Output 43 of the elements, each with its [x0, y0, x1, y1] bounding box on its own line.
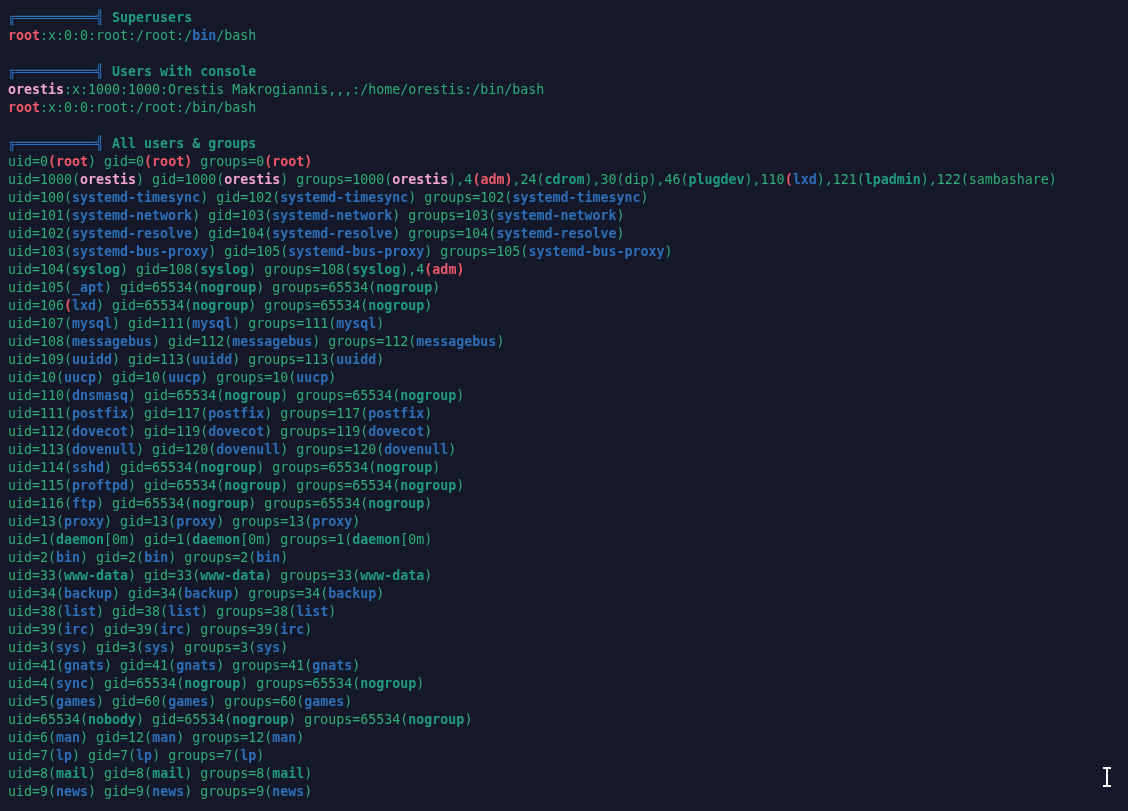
terminal-line: uid=6(man) gid=12(man) groups=12(man): [8, 729, 305, 747]
terminal-line: uid=101(systemd-network) gid=103(systemd-network) groups=103(systemd-network): [8, 207, 625, 225]
terminal-line: uid=110(dnsmasq) gid=65534(nogroup) groups=65534(nogroup): [8, 387, 465, 405]
terminal-line: uid=38(list) gid=38(list) groups=38(list): [8, 603, 337, 621]
terminal-line: uid=104(syslog) gid=108(syslog) groups=108(syslog),4(adm): [8, 261, 465, 279]
terminal-line: root:x:0:0:root:/root:/bin/bash: [8, 27, 257, 45]
terminal-line: uid=13(proxy) gid=13(proxy) groups=13(proxy): [8, 513, 361, 531]
terminal-line: uid=116(ftp) gid=65534(nogroup) groups=65534(nogroup): [8, 495, 433, 513]
terminal-line: uid=105(_apt) gid=65534(nogroup) groups=65534(nogroup): [8, 279, 441, 297]
terminal-line: uid=5(games) gid=60(games) groups=60(games): [8, 693, 353, 711]
terminal-line: root:x:0:0:root:/root:/bin/bash: [8, 99, 257, 117]
terminal-line: uid=1(daemon[0m) gid=1(daemon[0m) groups=1(daemon[0m): [8, 531, 433, 549]
terminal-line: uid=108(messagebus) gid=112(messagebus) groups=112(messagebus): [8, 333, 505, 351]
terminal-line: uid=7(lp) gid=7(lp) groups=7(lp): [8, 747, 265, 765]
terminal-line: uid=34(backup) gid=34(backup) groups=34(backup): [8, 585, 385, 603]
terminal-line: uid=114(sshd) gid=65534(nogroup) groups=65534(nogroup): [8, 459, 441, 477]
terminal-line: uid=111(postfix) gid=117(postfix) groups=117(postfix): [8, 405, 433, 423]
section-heading: ╔══════════╣ All users & groups: [8, 135, 257, 153]
terminal-line: uid=1000(orestis) gid=1000(orestis) groups=1000(orestis),4(adm),24(cdrom),30(dip),46(plugdev),110(lxd),121(lpadmin),122(sambashare): [8, 171, 1057, 189]
terminal-line: uid=39(irc) gid=39(irc) groups=39(irc): [8, 621, 313, 639]
terminal-line: uid=100(systemd-timesync) gid=102(systemd-timesync) groups=102(systemd-timesync): [8, 189, 649, 207]
terminal-line: uid=103(systemd-bus-proxy) gid=105(systemd-bus-proxy) groups=105(systemd-bus-proxy): [8, 243, 673, 261]
terminal-line: uid=4(sync) gid=65534(nogroup) groups=65534(nogroup): [8, 675, 425, 693]
terminal-line: uid=10(uucp) gid=10(uucp) groups=10(uucp): [8, 369, 337, 387]
terminal-line: uid=41(gnats) gid=41(gnats) groups=41(gnats): [8, 657, 361, 675]
terminal-line: uid=102(systemd-resolve) gid=104(systemd-resolve) groups=104(systemd-resolve): [8, 225, 625, 243]
section-heading: ╔══════════╣ Users with console: [8, 63, 257, 81]
text-cursor-icon: [1102, 767, 1112, 787]
terminal-line: uid=65534(nobody) gid=65534(nogroup) groups=65534(nogroup): [8, 711, 473, 729]
terminal-line: uid=106(lxd) gid=65534(nogroup) groups=65534(nogroup): [8, 297, 433, 315]
terminal-line: uid=9(news) gid=9(news) groups=9(news): [8, 783, 313, 801]
terminal-line: uid=8(mail) gid=8(mail) groups=8(mail): [8, 765, 313, 783]
terminal-line: uid=0(root) gid=0(root) groups=0(root): [8, 153, 313, 171]
terminal-line: uid=3(sys) gid=3(sys) groups=3(sys): [8, 639, 289, 657]
terminal-line: uid=109(uuidd) gid=113(uuidd) groups=113(uuidd): [8, 351, 385, 369]
terminal-line: uid=2(bin) gid=2(bin) groups=2(bin): [8, 549, 289, 567]
terminal-line: uid=112(dovecot) gid=119(dovecot) groups=119(dovecot): [8, 423, 433, 441]
terminal-line: uid=115(proftpd) gid=65534(nogroup) groups=65534(nogroup): [8, 477, 465, 495]
section-heading: ╔══════════╣ Superusers: [8, 9, 193, 27]
terminal-line: uid=33(www-data) gid=33(www-data) groups=33(www-data): [8, 567, 433, 585]
terminal-line: uid=107(mysql) gid=111(mysql) groups=111(mysql): [8, 315, 385, 333]
terminal-line: uid=113(dovenull) gid=120(dovenull) groups=120(dovenull): [8, 441, 457, 459]
terminal-line: orestis:x:1000:1000:Orestis Makrogiannis,,,:/home/orestis:/bin/bash: [8, 81, 545, 99]
